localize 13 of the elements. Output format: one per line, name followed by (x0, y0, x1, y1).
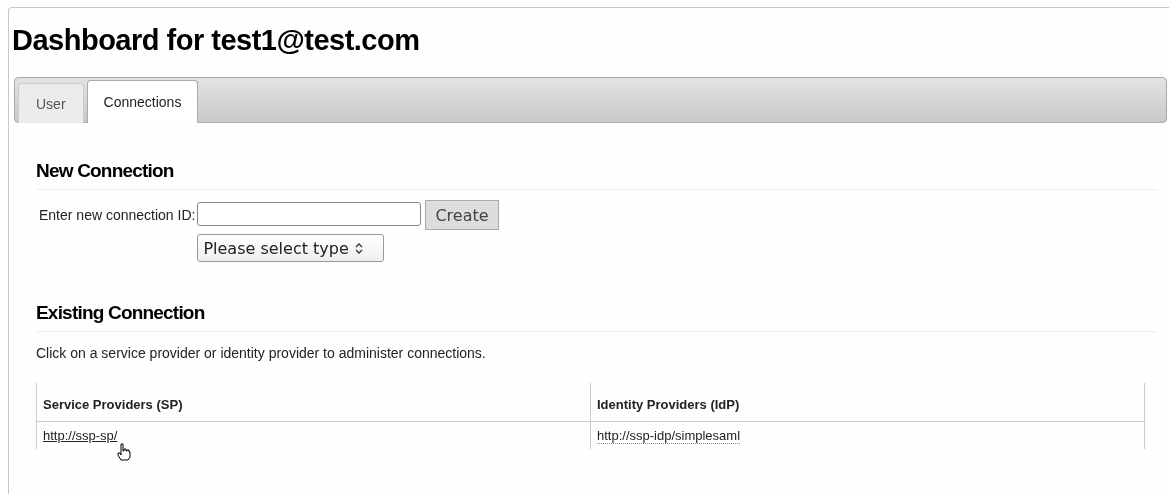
create-button[interactable]: Create (425, 200, 499, 230)
provider-link[interactable]: http://ssp-idp/simplesaml (597, 428, 741, 444)
field-label: Enter new connection ID: (39, 206, 196, 225)
column-header: Identity Providers (IdP) (590, 383, 1145, 422)
page-title: Dashboard for test1@test.com (11, 23, 421, 58)
provider-link[interactable]: http://ssp-sp/ (43, 428, 118, 443)
tab[interactable]: User (18, 83, 84, 123)
description-text: Click on a service provider or identity provider to administer connections. (36, 345, 487, 363)
type-select[interactable]: Please select type (197, 234, 385, 262)
tab[interactable]: Connections (86, 80, 199, 123)
section-heading: Existing Connection (36, 302, 1157, 332)
section-heading: New Connection (36, 160, 1157, 190)
column-header: Service Providers (SP) (36, 383, 591, 422)
